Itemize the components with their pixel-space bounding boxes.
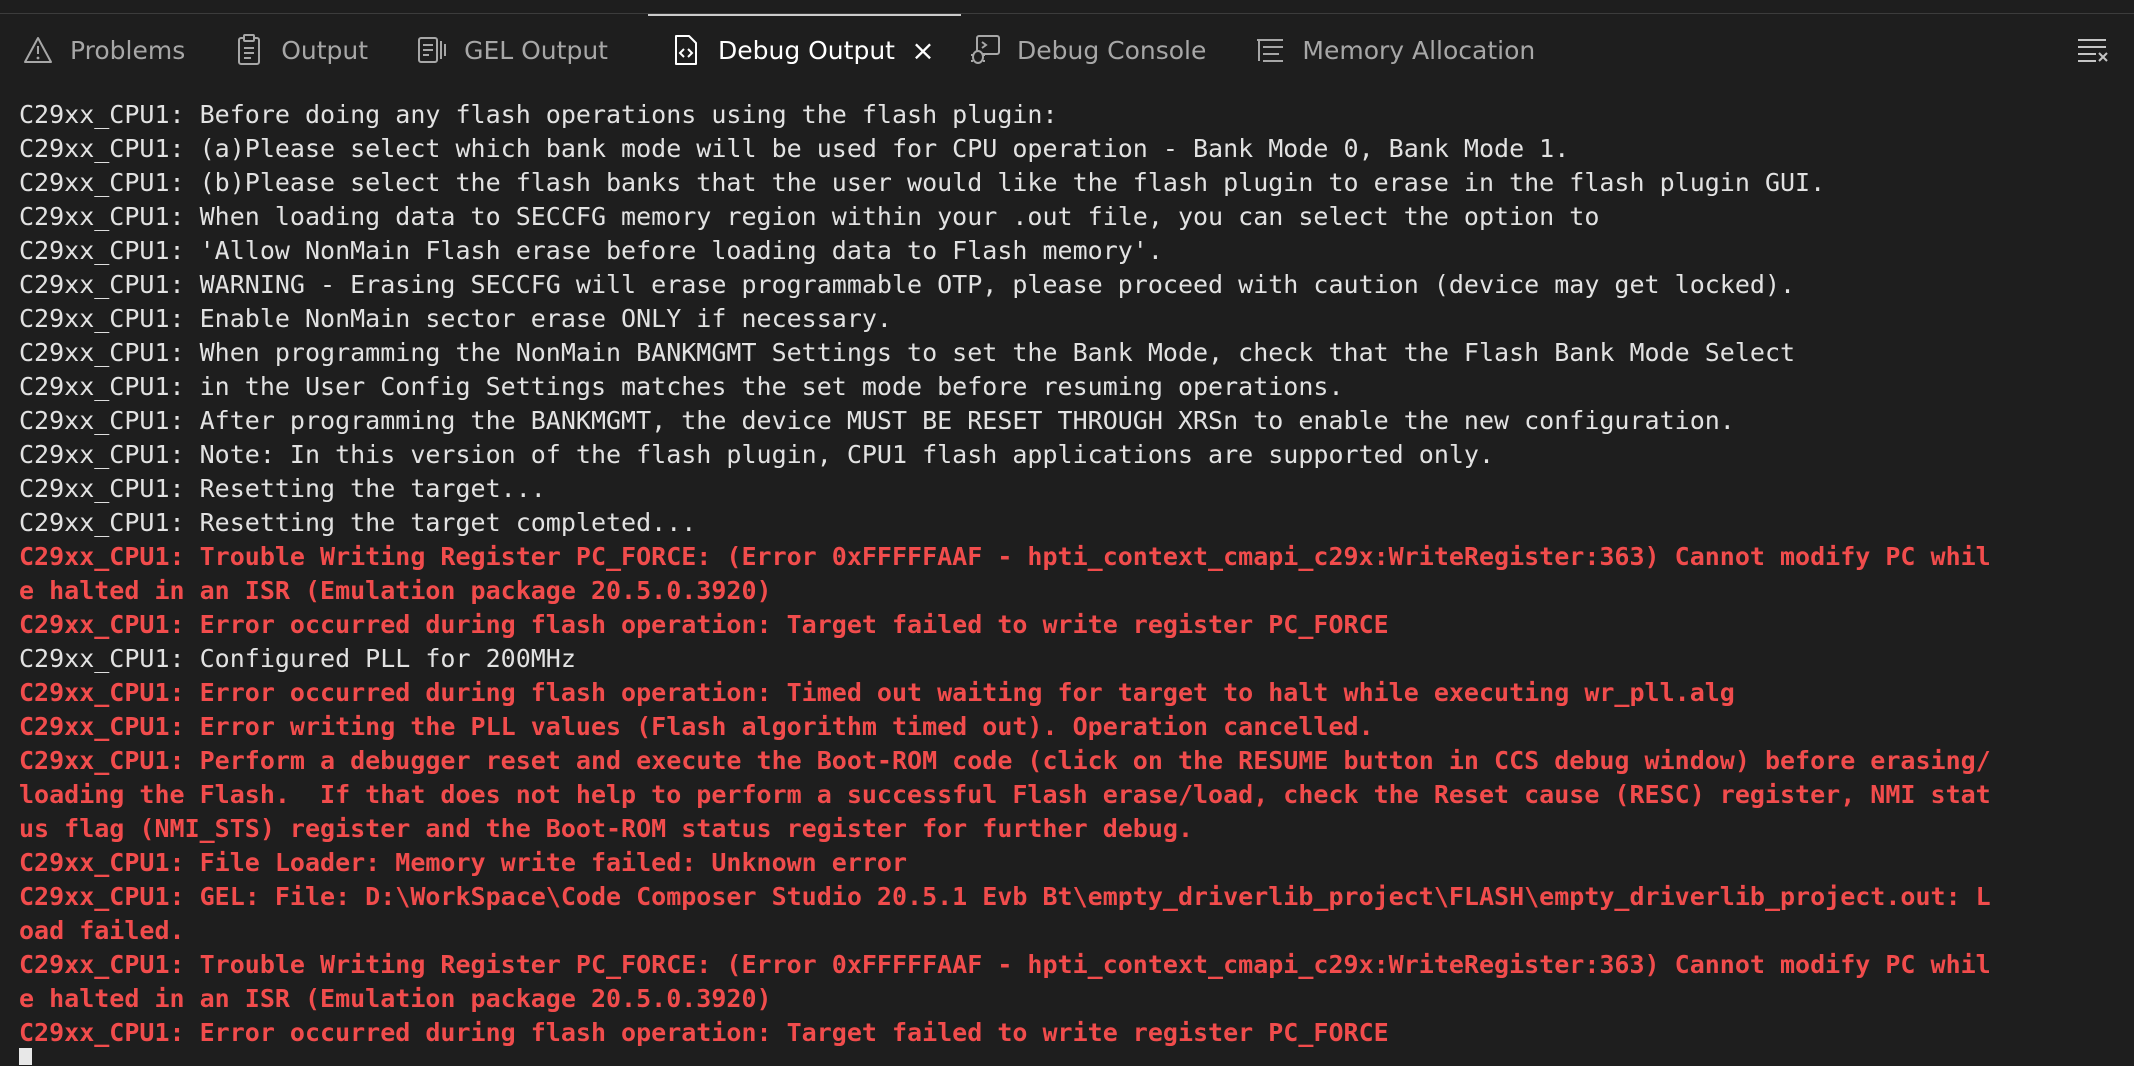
tab-label-debug-output: Debug Output bbox=[717, 35, 895, 65]
error-log-line: loading the Flash. If that does not help… bbox=[19, 780, 1991, 809]
error-log-line: oad failed. bbox=[19, 916, 185, 945]
error-log-line: C29xx_CPU1: Error occurred during flash … bbox=[19, 1018, 1389, 1047]
close-tab-icon[interactable]: × bbox=[911, 34, 935, 67]
log-line: C29xx_CPU1: Resetting the target... bbox=[19, 474, 546, 503]
log-line: C29xx_CPU1: Resetting the target complet… bbox=[19, 508, 697, 537]
memory-allocation-icon bbox=[1254, 34, 1286, 66]
log-line: C29xx_CPU1: (a)Please select which bank … bbox=[19, 134, 1570, 163]
tab-label-debug-console: Debug Console bbox=[1016, 35, 1207, 65]
error-log-line: C29xx_CPU1: Error occurred during flash … bbox=[19, 678, 1735, 707]
log-line: C29xx_CPU1: Note: In this version of the… bbox=[19, 440, 1495, 469]
error-log-line: C29xx_CPU1: GEL: File: D:\WorkSpace\Code… bbox=[19, 882, 1991, 911]
log-line: C29xx_CPU1: (b)Please select the flash b… bbox=[19, 168, 1826, 197]
error-log-line: C29xx_CPU1: Error writing the PLL values… bbox=[19, 712, 1374, 741]
tab-label-gel-output: GEL Output bbox=[464, 35, 608, 65]
error-log-line: us flag (NMI_STS) register and the Boot-… bbox=[19, 814, 1193, 843]
log-line: C29xx_CPU1: 'Allow NonMain Flash erase b… bbox=[19, 236, 1163, 265]
error-log-line: C29xx_CPU1: File Loader: Memory write fa… bbox=[19, 848, 908, 877]
debug-console-icon bbox=[969, 34, 1001, 66]
log-line: C29xx_CPU1: in the User Config Settings … bbox=[19, 372, 1344, 401]
error-log-line: C29xx_CPU1: Perform a debugger reset and… bbox=[19, 746, 1991, 775]
log-line: C29xx_CPU1: When loading data to SECCFG … bbox=[19, 202, 1600, 231]
debug-output-log[interactable]: C29xx_CPU1: Before doing any flash opera… bbox=[19, 98, 2119, 1050]
code-file-icon bbox=[670, 34, 702, 66]
hamburger-menu-icon[interactable] bbox=[2076, 36, 2110, 64]
log-line: C29xx_CPU1: When programming the NonMain… bbox=[19, 338, 1796, 367]
text-cursor bbox=[19, 1048, 32, 1065]
error-log-line: C29xx_CPU1: Trouble Writing Register PC_… bbox=[19, 950, 1991, 979]
error-log-line: e halted in an ISR (Emulation package 20… bbox=[19, 576, 772, 605]
gel-document-icon bbox=[416, 34, 448, 66]
tab-output[interactable]: Output bbox=[211, 14, 394, 86]
panel-top-border bbox=[0, 0, 2134, 14]
tab-debug-console[interactable]: Debug Console bbox=[961, 14, 1232, 86]
panel-tab-bar: Problems Output GEL Output Debug Output … bbox=[0, 14, 2134, 86]
error-log-line: C29xx_CPU1: Trouble Writing Register PC_… bbox=[19, 542, 1991, 571]
error-log-line: C29xx_CPU1: Error occurred during flash … bbox=[19, 610, 1389, 639]
clipboard-icon bbox=[233, 34, 265, 66]
log-line: C29xx_CPU1: WARNING - Erasing SECCFG wil… bbox=[19, 270, 1796, 299]
debug-output-panel: Problems Output GEL Output Debug Output … bbox=[0, 0, 2134, 1066]
tab-debug-output[interactable]: Debug Output × bbox=[647, 14, 962, 86]
error-log-line: e halted in an ISR (Emulation package 20… bbox=[19, 984, 772, 1013]
log-line: C29xx_CPU1: Configured PLL for 200MHz bbox=[19, 644, 576, 673]
log-line: C29xx_CPU1: Before doing any flash opera… bbox=[19, 100, 1058, 129]
tab-label-problems: Problems bbox=[70, 35, 186, 65]
log-line: C29xx_CPU1: After programming the BANKMG… bbox=[19, 406, 1735, 435]
tab-label-output: Output bbox=[281, 35, 369, 65]
tab-gel-output[interactable]: GEL Output bbox=[394, 14, 634, 86]
tab-memory-allocation[interactable]: Memory Allocation bbox=[1232, 14, 1561, 86]
tab-problems[interactable]: Problems bbox=[0, 14, 211, 86]
log-line: C29xx_CPU1: Enable NonMain sector erase … bbox=[19, 304, 892, 333]
warning-triangle-icon bbox=[22, 34, 54, 66]
tab-label-memory-allocation: Memory Allocation bbox=[1302, 35, 1536, 65]
